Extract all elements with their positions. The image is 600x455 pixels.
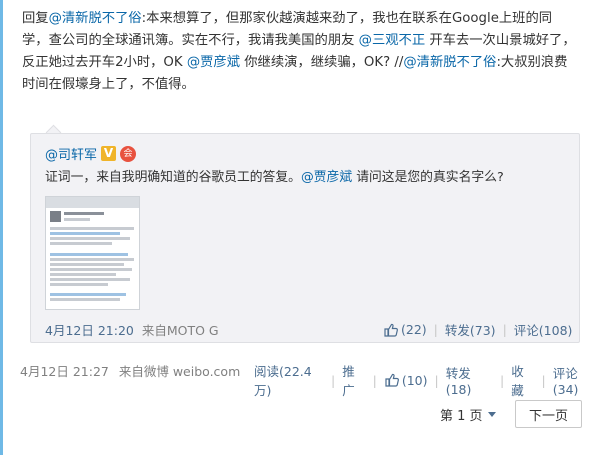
thumbnail-line (50, 232, 120, 235)
post-forward-link[interactable]: 转发(18) (446, 363, 493, 397)
thumbnail-header-bar (46, 197, 139, 208)
thumbnail-line (64, 218, 90, 221)
post-comment-link[interactable]: 评论(34) (553, 363, 600, 397)
member-badge-icon[interactable]: 会 (120, 145, 137, 162)
post-favorite-link[interactable]: 收藏 (511, 361, 534, 399)
thumbnail-line (50, 258, 134, 261)
post-meta-row: 4月12日 21:27 来自微博 weibo.com (20, 361, 240, 380)
thumbnail-line (64, 212, 104, 215)
divider: | (434, 372, 439, 388)
mention-link[interactable]: @贾彦斌 (187, 55, 240, 70)
post-text-part: 你继续演，继续骗，OK? // (240, 55, 404, 70)
verified-v-icon[interactable]: V (101, 146, 117, 161)
thumbnail-line (50, 263, 124, 266)
mention-link[interactable]: @清新脱不了俗 (403, 55, 496, 70)
post-source[interactable]: 来自微博 weibo.com (119, 361, 240, 380)
divider: | (372, 372, 377, 388)
divider: | (502, 322, 507, 337)
thumbnail-avatar (50, 211, 61, 222)
post-like-count: (10) (401, 372, 428, 388)
mention-link[interactable]: @三观不正 (359, 33, 425, 48)
post-like-button[interactable]: (10) (384, 372, 428, 388)
promote-link[interactable]: 推广 (342, 361, 365, 399)
divider: | (499, 372, 505, 388)
repost-image-thumbnail[interactable] (45, 196, 140, 310)
thumbnail-line (50, 227, 134, 230)
repost-text-part: 请问这是您的真实名字么? (352, 170, 504, 185)
page-dropdown[interactable]: 第 1 页 (440, 405, 496, 424)
thumbnail-line (50, 298, 120, 301)
repost-text-part: 证词一，来自我明确知道的谷歌员工的答复。 (45, 170, 301, 185)
thumbs-up-icon (385, 373, 399, 387)
repost-text: 证词一，来自我明确知道的谷歌员工的答复。@贾彦斌 请问这是您的真实名字么? (45, 168, 565, 188)
repost-author-link[interactable]: @司轩军 (45, 144, 97, 163)
thumbnail-line (50, 273, 116, 276)
repost-comment-link[interactable]: 评论(108) (514, 320, 573, 339)
repost-like-button[interactable]: (22) (383, 322, 427, 338)
left-accent-edge (0, 0, 3, 455)
repost-box: @司轩军 V 会 证词一，来自我明确知道的谷歌员工的答复。@贾彦斌 请问这是您的… (30, 133, 580, 343)
repost-author-row: @司轩军 V 会 (45, 144, 137, 163)
repost-forward-link[interactable]: 转发(73) (445, 320, 496, 339)
page-dropdown-label: 第 1 页 (440, 409, 483, 424)
repost-like-count: (22) (401, 322, 427, 337)
thumbs-up-icon (384, 323, 398, 337)
divider: | (541, 372, 546, 388)
thumbnail-line (50, 278, 130, 281)
post-text: 回复@清新脱不了俗:本来想算了，但那家伙越演越来劲了，我也在联系在Google上… (22, 8, 578, 96)
chevron-down-icon (487, 412, 496, 417)
thumbnail-line (50, 268, 132, 271)
read-count-link[interactable]: 阅读(22.4万) (254, 361, 324, 399)
thumbnail-line (50, 237, 130, 240)
post-actions: 阅读(22.4万) | 推广 | (10) | 转发(18) | 收藏 | 评论… (254, 361, 600, 399)
post-time-link[interactable]: 4月12日 21:27 (20, 361, 109, 380)
repost-source: 来自MOTO G (141, 323, 219, 338)
repost-time-link[interactable]: 4月12日 21:20 (45, 320, 134, 339)
thumbnail-line (50, 293, 126, 296)
divider: | (433, 322, 438, 337)
thumbnail-line (50, 253, 128, 256)
thumbnail-line (50, 283, 108, 286)
next-page-button[interactable]: 下一页 (515, 400, 582, 428)
reply-prefix: 回复 (22, 11, 49, 26)
thumbnail-line (50, 242, 112, 245)
mention-link[interactable]: @清新脱不了俗 (49, 11, 142, 26)
repost-mention-link[interactable]: @贾彦斌 (301, 170, 352, 185)
divider: | (331, 372, 336, 388)
repost-actions: (22) | 转发(73) | 评论(108) (383, 320, 572, 339)
repost-meta-row: 4月12日 21:20 来自MOTO G (45, 320, 219, 339)
